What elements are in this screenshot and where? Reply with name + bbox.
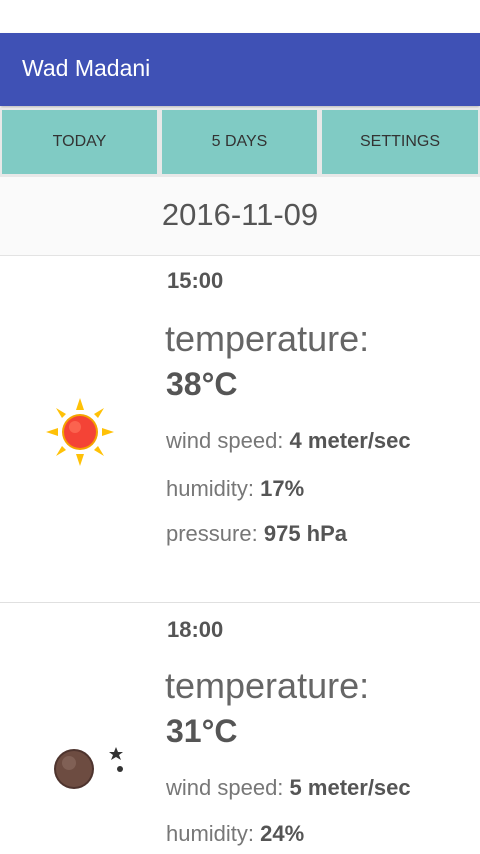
date-header: 2016-11-09 <box>0 177 480 256</box>
wind-speed-value: 5 meter/sec <box>289 775 411 800</box>
app-bar: Wad Madani <box>0 33 480 106</box>
status-bar <box>0 0 480 33</box>
forecast-time: 18:00 <box>167 617 224 642</box>
tab-5-days[interactable]: 5 DAYS <box>162 110 317 174</box>
temperature-label: temperature: <box>165 665 370 706</box>
pressure-value: 975 hPa <box>263 521 348 546</box>
humidity-label: humidity: <box>166 821 255 846</box>
sun-icon <box>44 396 116 473</box>
moon-icon <box>44 739 128 804</box>
humidity-label: humidity: <box>166 476 255 501</box>
tab-settings[interactable]: SETTINGS <box>322 110 478 174</box>
humidity-row: humidity: 17% <box>166 476 304 502</box>
pressure-row: pressure: 975 hPa <box>166 521 347 547</box>
date-label: 2016-11-09 <box>161 197 319 232</box>
humidity-value: 24% <box>260 821 305 846</box>
wind-speed-row: wind speed: 4 meter/sec <box>166 428 411 454</box>
forecast-item[interactable]: 18:00 temperature: 31°C wind speed: 5 me… <box>0 603 480 854</box>
forecast-time: 15:00 <box>167 268 224 293</box>
temperature-label: temperature: <box>165 318 370 359</box>
wind-speed-label: wind speed: <box>166 775 284 800</box>
wind-speed-value: 4 meter/sec <box>289 428 411 453</box>
temperature-value: 31°C <box>166 713 238 749</box>
temperature-value: 38°C <box>166 366 238 402</box>
tab-today[interactable]: TODAY <box>2 110 157 174</box>
tab-bar: TODAY 5 DAYS SETTINGS <box>0 108 480 177</box>
app-title: Wad Madani <box>22 55 151 81</box>
wind-speed-label: wind speed: <box>166 428 284 453</box>
humidity-row: humidity: 24% <box>166 821 304 847</box>
forecast-item[interactable]: 15:00 temperature: 38°C wind speed: 4 me… <box>0 256 480 603</box>
wind-speed-row: wind speed: 5 meter/sec <box>166 775 411 801</box>
humidity-value: 17% <box>260 476 305 501</box>
pressure-label: pressure: <box>166 521 258 546</box>
